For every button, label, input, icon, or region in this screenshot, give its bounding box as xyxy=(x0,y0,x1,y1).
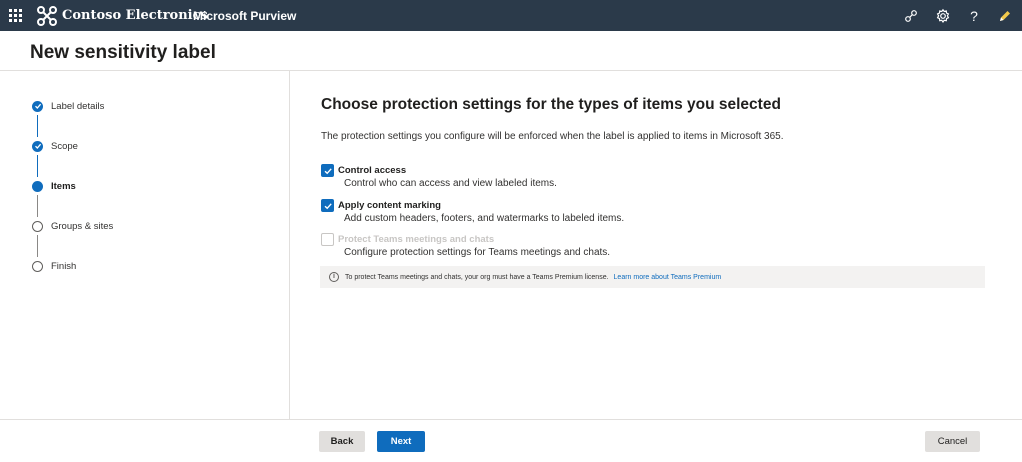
step-label: Label details xyxy=(51,100,105,112)
header-divider xyxy=(0,70,1022,71)
step-items[interactable]: Items xyxy=(32,179,76,193)
app-launcher-icon[interactable] xyxy=(9,9,22,22)
step-current-icon xyxy=(32,180,43,192)
info-message-text: To protect Teams meetings and chats, you… xyxy=(345,273,609,281)
section-description: The protection settings you configure wi… xyxy=(321,131,784,142)
settings-gear-icon[interactable] xyxy=(935,8,951,24)
step-label: Finish xyxy=(51,260,77,272)
top-bar: Contoso Electronics Microsoft Purview ? xyxy=(0,0,1022,31)
info-icon: i xyxy=(329,272,339,282)
step-complete-icon xyxy=(32,140,43,152)
org-name[interactable]: Contoso Electronics xyxy=(62,8,208,23)
cancel-button[interactable]: Cancel xyxy=(925,431,980,452)
step-connector xyxy=(37,155,38,177)
back-button[interactable]: Back xyxy=(319,431,365,452)
step-pending-icon xyxy=(32,220,43,232)
next-button[interactable]: Next xyxy=(377,431,425,452)
option-description: Add custom headers, footers, and waterma… xyxy=(344,213,625,224)
control-access-checkbox[interactable] xyxy=(321,164,334,177)
help-icon[interactable]: ? xyxy=(966,8,982,24)
step-label: Items xyxy=(51,180,76,192)
pen-feedback-icon[interactable] xyxy=(997,8,1013,24)
step-label-details[interactable]: Label details xyxy=(32,99,104,113)
step-label: Scope xyxy=(51,140,78,152)
wizard-divider xyxy=(289,71,290,419)
connections-icon[interactable] xyxy=(903,8,919,24)
contoso-logo-icon xyxy=(36,5,58,27)
step-pending-icon xyxy=(32,260,43,272)
step-connector xyxy=(37,235,38,257)
learn-more-link[interactable]: Learn more about Teams Premium xyxy=(614,274,722,281)
step-connector xyxy=(37,195,38,217)
app-name[interactable]: Microsoft Purview xyxy=(193,9,296,23)
footer-divider xyxy=(0,419,1022,420)
checkmark-icon xyxy=(324,167,332,174)
step-finish[interactable]: Finish xyxy=(32,259,76,273)
step-scope[interactable]: Scope xyxy=(32,139,78,153)
step-groups-sites[interactable]: Groups & sites xyxy=(32,219,113,233)
step-connector xyxy=(37,115,38,137)
option-description: Control who can access and view labeled … xyxy=(344,178,557,189)
option-title: Protect Teams meetings and chats xyxy=(338,234,495,245)
step-complete-icon xyxy=(32,100,43,112)
option-title[interactable]: Apply content marking xyxy=(338,200,441,211)
info-message-bar: i To protect Teams meetings and chats, y… xyxy=(320,266,985,288)
page-title: New sensitivity label xyxy=(30,42,216,63)
section-heading: Choose protection settings for the types… xyxy=(321,96,781,113)
checkmark-icon xyxy=(324,202,332,209)
step-label: Groups & sites xyxy=(51,220,114,232)
protect-teams-meetings-checkbox xyxy=(321,233,334,246)
apply-content-marking-checkbox[interactable] xyxy=(321,199,334,212)
option-title[interactable]: Control access xyxy=(338,165,406,176)
option-description: Configure protection settings for Teams … xyxy=(344,247,611,258)
